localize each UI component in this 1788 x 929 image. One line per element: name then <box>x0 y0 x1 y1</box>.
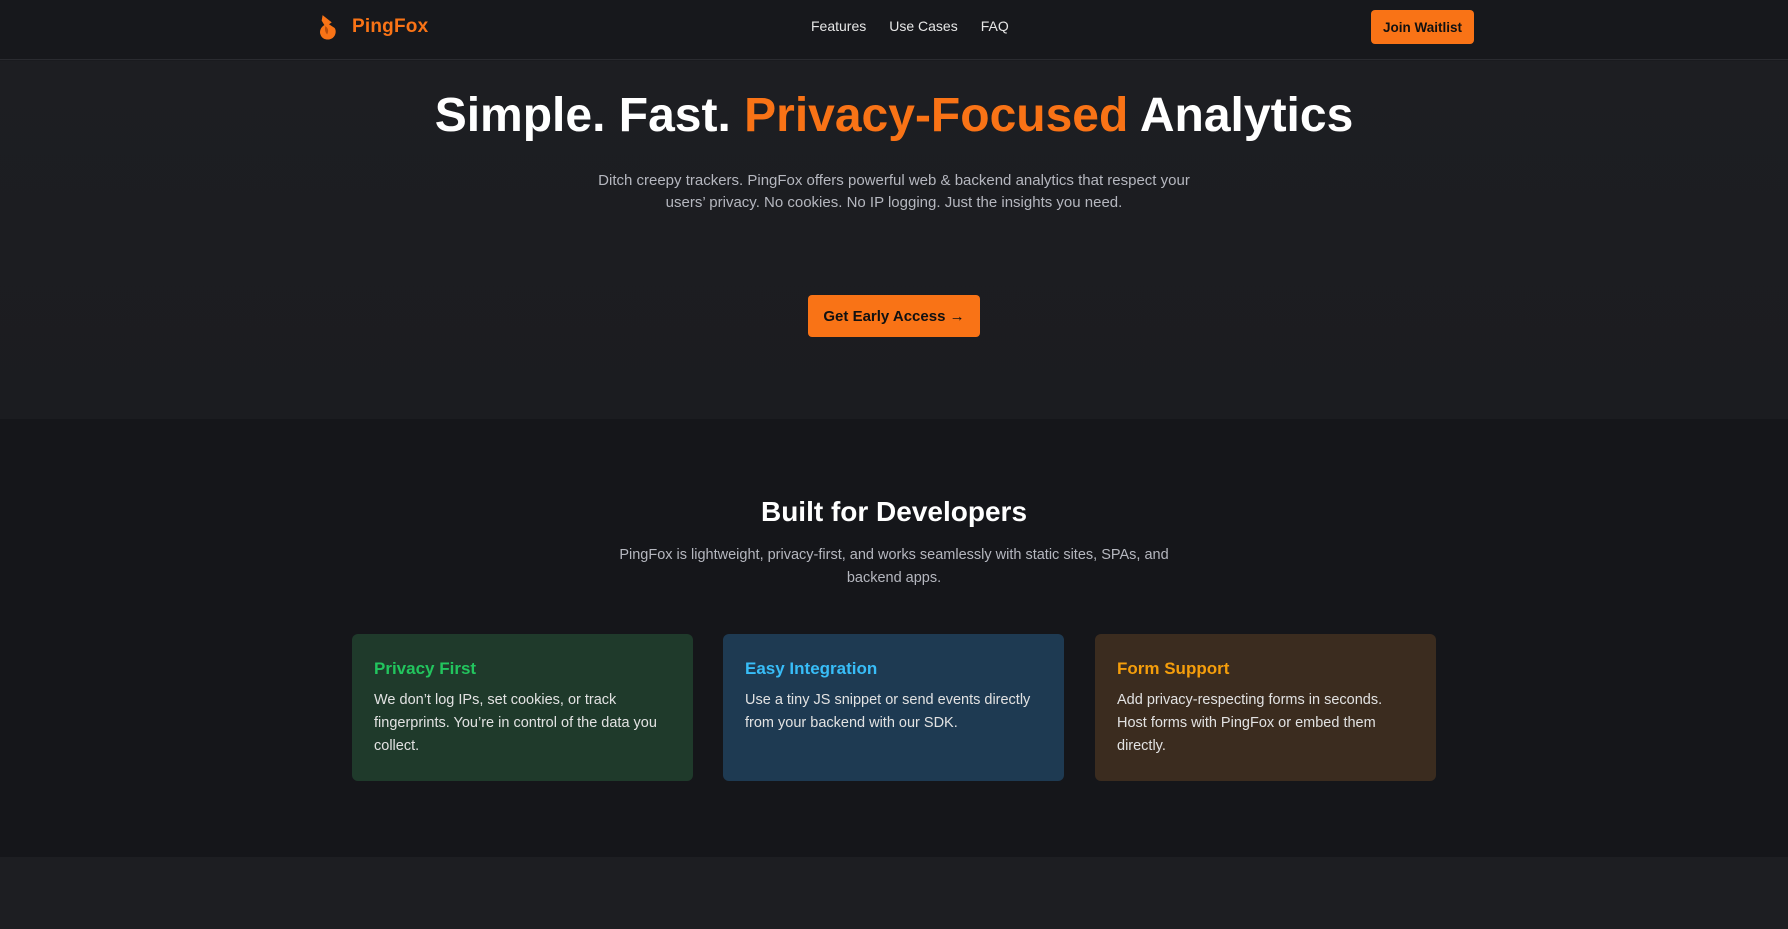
feature-card-title: Easy Integration <box>745 659 878 678</box>
feature-card-easy-integration: Easy Integration Use a tiny JS snippet o… <box>723 634 1064 781</box>
hero-title-part2: Analytics <box>1128 89 1354 142</box>
section-subtitle: PingFox is lightweight, privacy-first, a… <box>619 547 1169 586</box>
hero-title-accent: Privacy-Focused <box>744 89 1129 142</box>
top-navbar: PingFox Features Use Cases FAQ Join Wait… <box>0 0 1788 60</box>
section-title: Built for Developers <box>760 496 1028 527</box>
primary-nav: Features Use Cases FAQ <box>811 18 1009 34</box>
join-waitlist-button[interactable]: Join Waitlist <box>1371 10 1474 44</box>
feature-card-text: Use a tiny JS snippet or send events dir… <box>745 692 1031 731</box>
fox-logo-icon <box>320 15 336 40</box>
feature-card-title: Privacy First <box>374 659 477 678</box>
hero-title: Simple. Fast. Privacy-Focused Analytics <box>0 89 1788 143</box>
nav-use-cases[interactable]: Use Cases <box>889 18 957 34</box>
brand-name: PingFox <box>352 16 429 37</box>
feature-card-title: Form Support <box>1117 659 1230 678</box>
nav-features[interactable]: Features <box>811 18 866 34</box>
hero-title-part1: Simple. Fast. <box>434 89 745 142</box>
get-early-access-button[interactable]: Get Early Access → <box>808 295 980 337</box>
feature-card-text: Add privacy-respecting forms in seconds.… <box>1117 692 1383 754</box>
brand[interactable]: PingFox <box>318 13 428 41</box>
feature-card-privacy-first: Privacy First We don’t log IPs, set cook… <box>352 634 693 781</box>
next-section <box>0 857 1788 929</box>
feature-card-text: We don’t log IPs, set cookies, or track … <box>374 692 657 754</box>
nav-faq[interactable]: FAQ <box>981 18 1009 34</box>
hero-subtitle: Ditch creepy trackers. PingFox offers po… <box>598 172 1190 211</box>
feature-card-form-support: Form Support Add privacy-respecting form… <box>1095 634 1436 781</box>
